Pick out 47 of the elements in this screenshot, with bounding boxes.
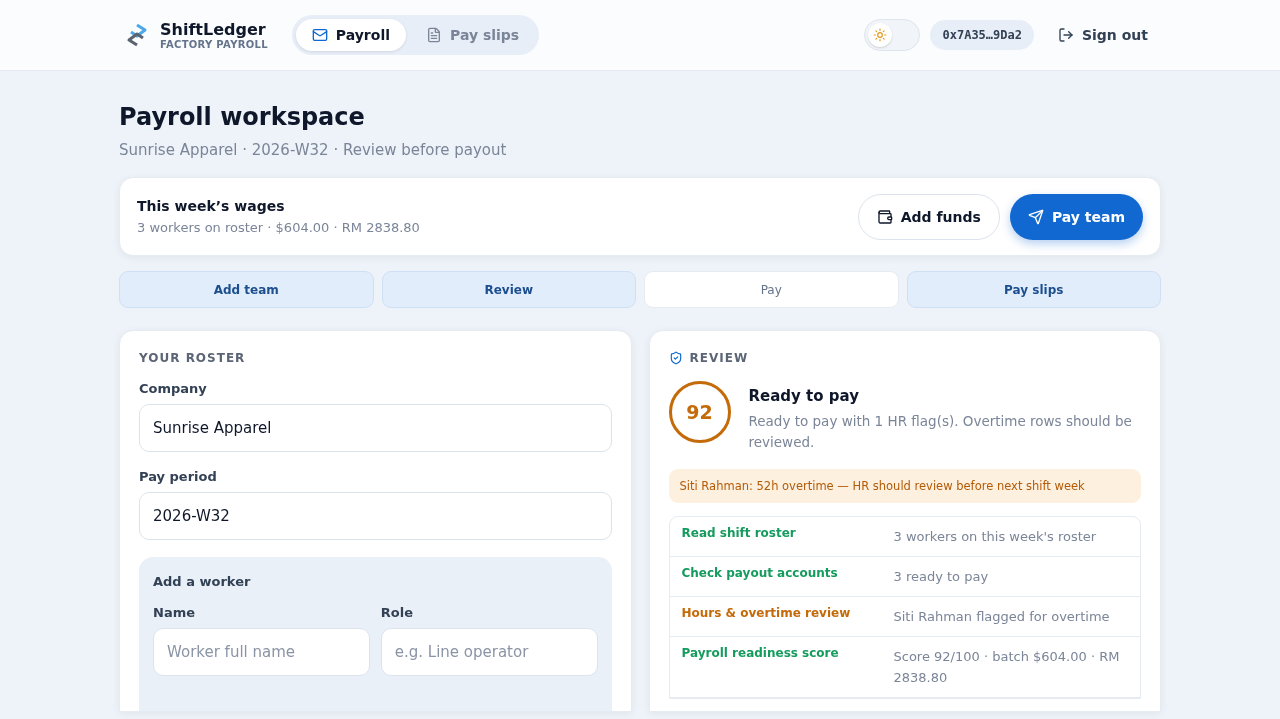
check-result: 3 ready to pay <box>893 568 990 586</box>
check-result: 3 workers on this week's roster <box>893 528 1098 546</box>
check-name: Read shift roster <box>681 526 797 542</box>
nav-tab[interactable]: Payroll <box>295 19 406 51</box>
step-tab[interactable]: Pay slips <box>906 271 1161 308</box>
logout-icon <box>1057 27 1074 43</box>
check-name: Check payout accounts <box>681 566 839 582</box>
wages-title: This week’s wages <box>137 198 286 214</box>
wages-detail: 3 workers on roster · $604.00 · RM 2838.80 <box>137 220 420 235</box>
step-tab[interactable]: Review <box>381 271 636 308</box>
check-name: Payroll readiness score <box>681 646 840 662</box>
check-result: Score 92/100 · batch $604.00 · RM 2838.80 <box>893 648 1121 687</box>
step-tab[interactable]: Pay <box>644 271 899 308</box>
mail-icon <box>311 27 328 43</box>
text-field[interactable]: e.g. Line operator <box>380 628 598 676</box>
field-label: Pay period <box>139 469 218 484</box>
add-worker-heading: Add a worker <box>153 574 252 589</box>
wallet-icon <box>876 208 893 225</box>
check-name: Hours & overtime review <box>681 606 852 622</box>
field-label: Name <box>153 605 196 620</box>
shield-icon <box>668 351 683 365</box>
page-subtitle: Sunrise Apparel · 2026-W32 · Review before payout <box>119 141 508 159</box>
section-heading: REVIEW <box>689 351 749 365</box>
send-icon <box>1027 208 1044 225</box>
document-icon <box>426 27 442 43</box>
text-field[interactable]: 2026-W32 <box>139 492 612 540</box>
overtime-alert: Siti Rahman: 52h overtime — HR should review before next shift week <box>668 469 1141 503</box>
brand-tagline: FACTORY PAYROLL <box>160 39 268 50</box>
wallet-address: 0x7A35…9Da2 <box>930 20 1034 50</box>
field-label: Role <box>380 605 414 620</box>
text-field[interactable]: Sunrise Apparel <box>139 404 612 452</box>
theme-toggle[interactable] <box>864 19 921 51</box>
sun-icon <box>873 28 888 42</box>
section-heading: YOUR ROSTER <box>139 351 246 365</box>
pay-team-button[interactable]: Pay team <box>1009 193 1143 240</box>
page-title: Payroll workspace <box>119 103 366 131</box>
check-result: Siti Rahman flagged for overtime <box>893 608 1111 626</box>
text-field[interactable]: Worker full name <box>153 628 370 676</box>
field-label: Company <box>139 381 208 396</box>
logo-icon <box>126 23 148 47</box>
sign-out-button[interactable]: Sign out <box>1051 26 1154 44</box>
review-message: Ready to pay with 1 HR flag(s). Overtime rows should be reviewed. <box>748 412 1133 452</box>
score-ring: 92 <box>668 381 731 443</box>
step-tab[interactable]: Add team <box>119 271 374 308</box>
add-funds-button[interactable]: Add funds <box>857 193 1000 240</box>
brand-name: ShiftLedger <box>160 20 267 39</box>
review-status: Ready to pay <box>748 387 860 405</box>
